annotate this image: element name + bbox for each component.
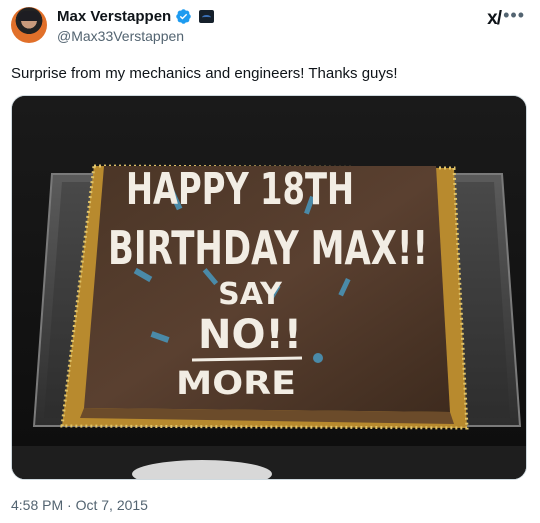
- tweet-text: Surprise from my mechanics and engineers…: [11, 65, 398, 82]
- author-info: Max Verstappen @Max33Verstappen: [57, 7, 215, 44]
- more-icon[interactable]: •••: [503, 5, 525, 26]
- author-display-name[interactable]: Max Verstappen: [57, 8, 171, 25]
- icing-line-5: MORE: [176, 364, 296, 402]
- tweet-timestamp[interactable]: 4:58 PM · Oct 7, 2015: [11, 497, 148, 513]
- icing-line-2: BIRTHDAY MAX!!: [108, 221, 428, 275]
- author-handle[interactable]: @Max33Verstappen: [57, 28, 214, 44]
- grok-icon[interactable]: x/: [487, 8, 502, 30]
- avatar[interactable]: [11, 7, 47, 43]
- tweet-header: Max Verstappen @Max33Verstappen x/ •••: [11, 5, 529, 47]
- icing-line-1: HAPPY 18TH: [126, 164, 354, 215]
- tweet-photo[interactable]: HAPPY 18TH BIRTHDAY MAX!! SAY NO!! MORE: [11, 95, 527, 480]
- icing-underline: [191, 356, 303, 362]
- verified-badge-icon: [176, 9, 191, 24]
- cake-photo: HAPPY 18TH BIRTHDAY MAX!! SAY NO!! MORE: [12, 96, 526, 479]
- affiliation-badge-icon: [199, 10, 215, 23]
- icing-line-4: NO!!: [198, 312, 302, 358]
- icing-line-3: SAY: [218, 277, 283, 312]
